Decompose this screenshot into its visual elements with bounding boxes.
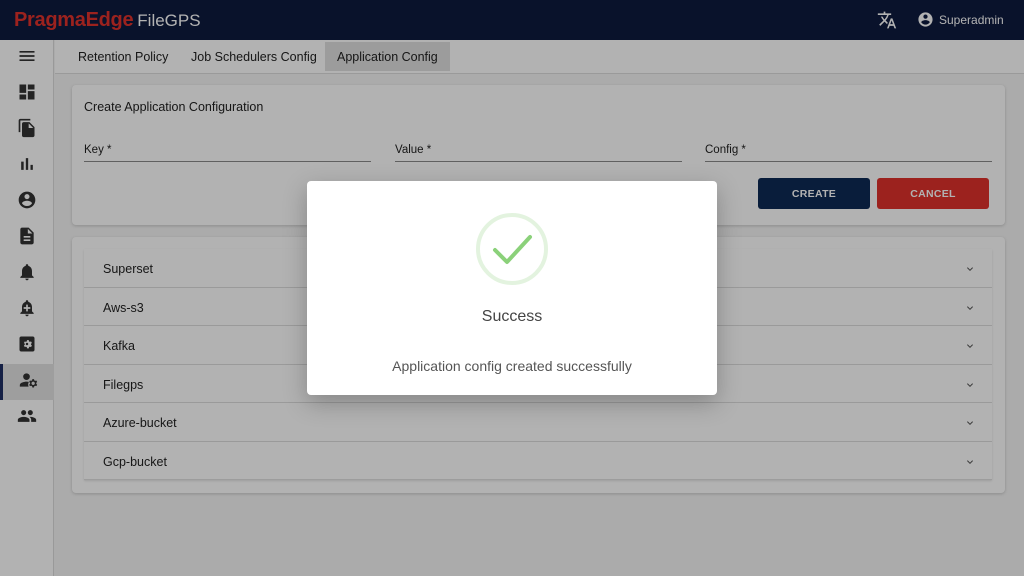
- dialog-title: Success: [481, 308, 543, 325]
- check-circle-icon: [476, 213, 548, 285]
- success-dialog: Success Application config created succe…: [307, 181, 717, 395]
- dialog-message: Application config created successfully: [392, 358, 632, 374]
